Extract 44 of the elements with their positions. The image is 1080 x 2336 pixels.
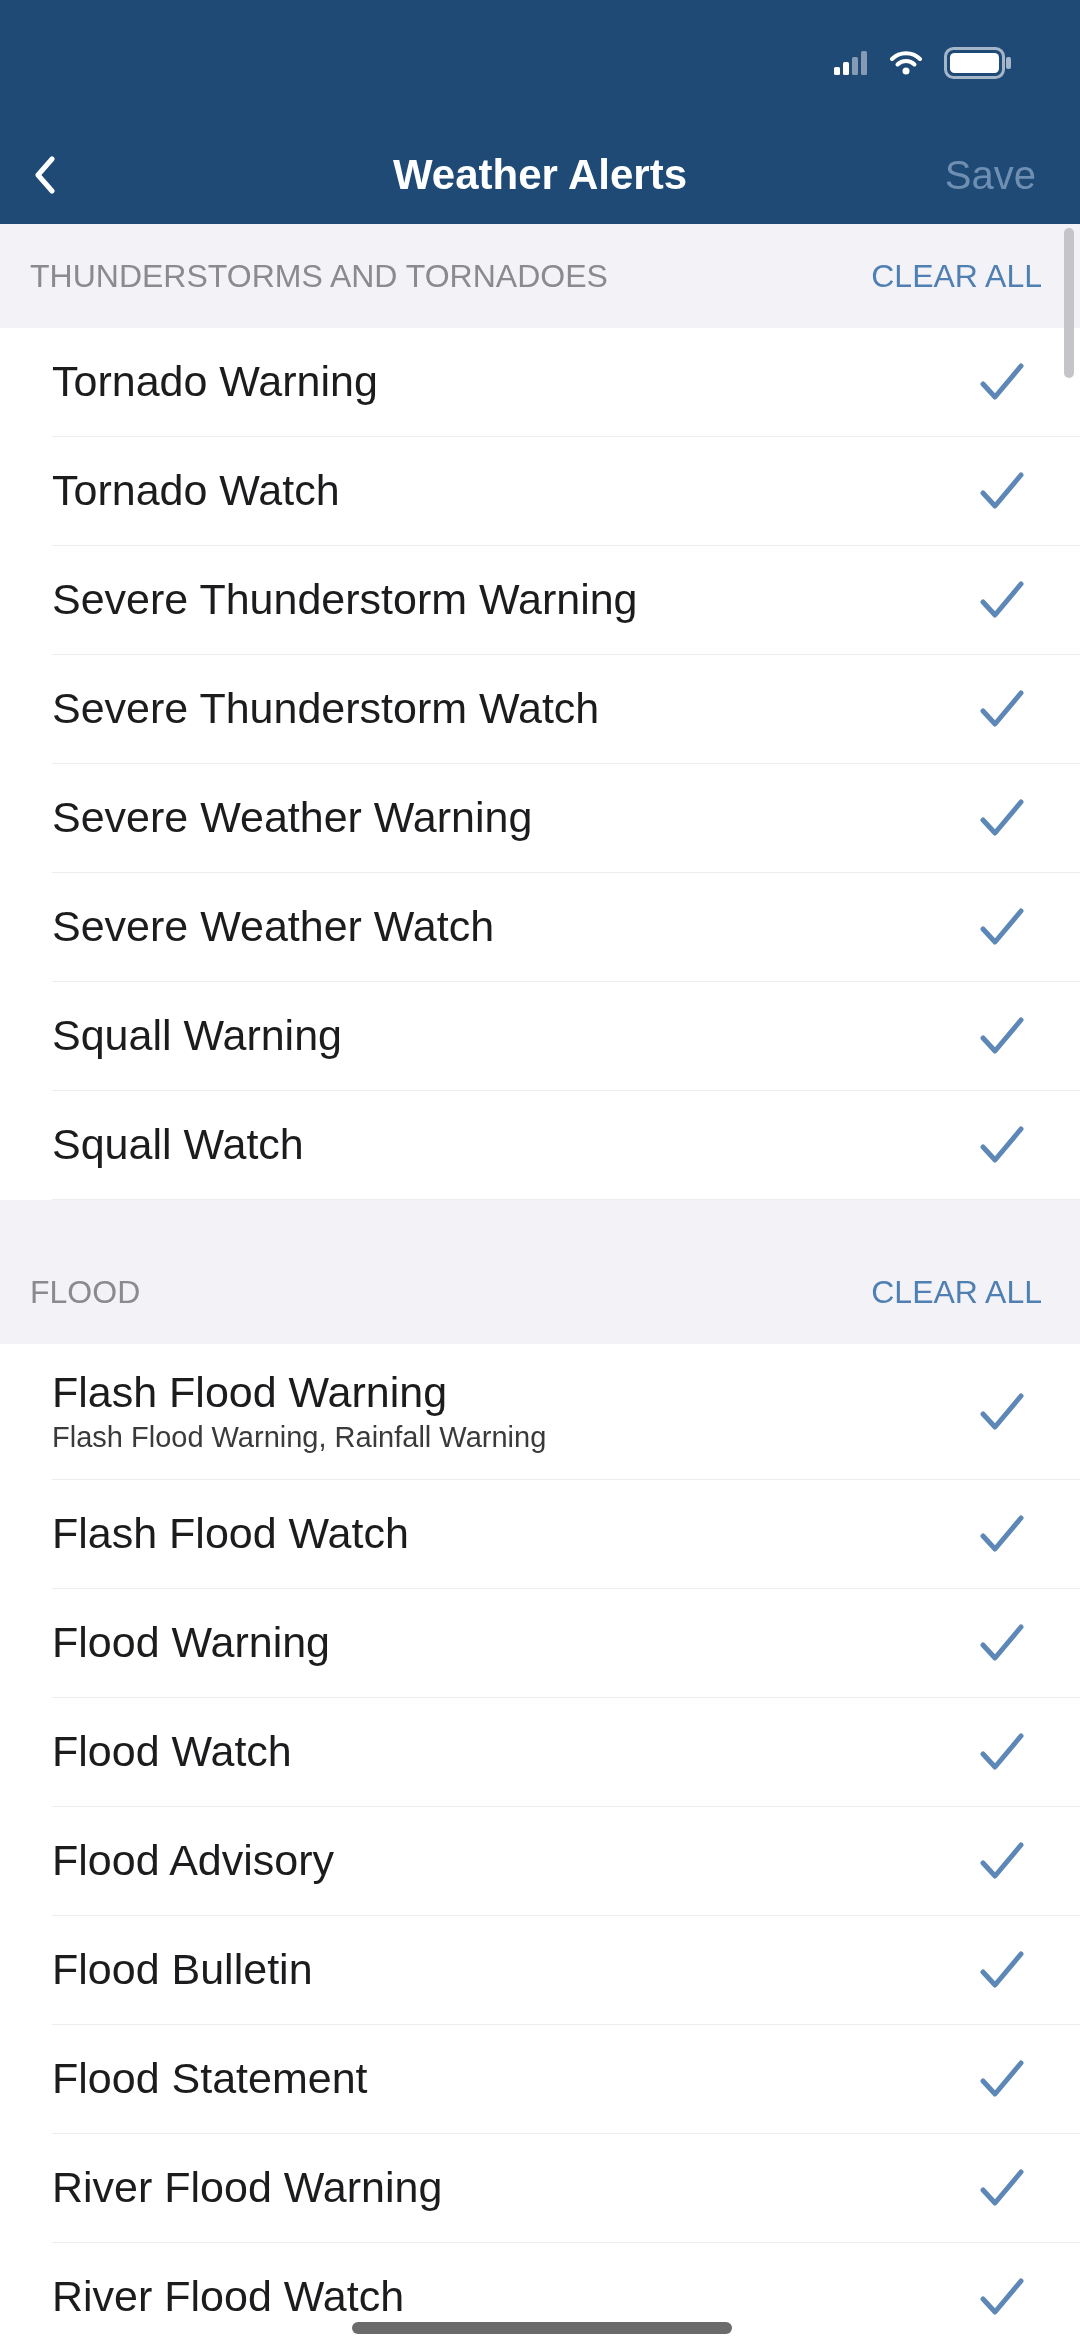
- alert-row[interactable]: Tornado Warning: [0, 328, 1080, 437]
- alert-row[interactable]: Severe Weather Warning: [0, 764, 1080, 873]
- alert-row[interactable]: Flash Flood Warning Flash Flood Warning, Rainfall Warning: [0, 1344, 1080, 1480]
- battery-icon: [944, 47, 1012, 79]
- alert-row[interactable]: Tornado Watch: [0, 437, 1080, 546]
- alert-row[interactable]: Severe Weather Watch: [0, 873, 1080, 982]
- clear-all-button[interactable]: CLEAR ALL: [871, 253, 1042, 299]
- signal-icon: [834, 51, 868, 75]
- alert-label: Severe Weather Warning: [52, 794, 533, 842]
- alert-label: Severe Thunderstorm Warning: [52, 576, 638, 624]
- alert-row[interactable]: Squall Watch: [0, 1091, 1080, 1200]
- alert-row[interactable]: Severe Thunderstorm Watch: [0, 655, 1080, 764]
- section-title: THUNDERSTORMS AND TORNADOES: [30, 257, 608, 295]
- alert-row[interactable]: Flood Advisory: [0, 1807, 1080, 1916]
- alert-row[interactable]: Flood Watch: [0, 1698, 1080, 1807]
- back-icon: [34, 156, 56, 194]
- alert-row[interactable]: Squall Warning: [0, 982, 1080, 1091]
- alert-label: Severe Weather Watch: [52, 903, 495, 951]
- alert-label: Squall Warning: [52, 1012, 342, 1060]
- alert-label: Severe Thunderstorm Watch: [52, 685, 600, 733]
- alert-label: Flood Advisory: [52, 1837, 335, 1885]
- alert-subtitle: Flash Flood Warning, Rainfall Warning: [52, 1420, 547, 1454]
- alert-label: River Flood Warning: [52, 2164, 443, 2212]
- alert-label: Flash Flood Warning: [52, 1369, 449, 1417]
- alert-row[interactable]: River Flood Warning: [0, 2134, 1080, 2243]
- alert-row[interactable]: Flood Statement: [0, 2025, 1080, 2134]
- alert-label: Flash Flood Watch: [52, 1510, 409, 1558]
- alert-label: River Flood Watch: [52, 2273, 405, 2321]
- alert-row[interactable]: Severe Thunderstorm Warning: [0, 546, 1080, 655]
- alert-row[interactable]: Flash Flood Watch: [0, 1480, 1080, 1589]
- alert-label: Tornado Watch: [52, 467, 340, 515]
- wifi-icon: [890, 51, 922, 75]
- alert-row[interactable]: River Flood Watch: [0, 2243, 1080, 2336]
- alert-label: Flood Warning: [52, 1619, 331, 1667]
- alert-row[interactable]: Flood Bulletin: [0, 1916, 1080, 2025]
- alert-label: Flood Statement: [52, 2055, 368, 2103]
- alert-label: Flood Watch: [52, 1728, 292, 1776]
- alert-label: Tornado Warning: [52, 358, 378, 406]
- alert-label: Squall Watch: [52, 1121, 304, 1169]
- screen-title: Weather Alerts: [392, 151, 688, 199]
- clear-all-button[interactable]: CLEAR ALL: [871, 1269, 1042, 1315]
- alert-label: Flood Bulletin: [52, 1946, 313, 1994]
- alert-row[interactable]: Flood Warning: [0, 1589, 1080, 1698]
- section-title: FLOOD: [30, 1273, 141, 1311]
